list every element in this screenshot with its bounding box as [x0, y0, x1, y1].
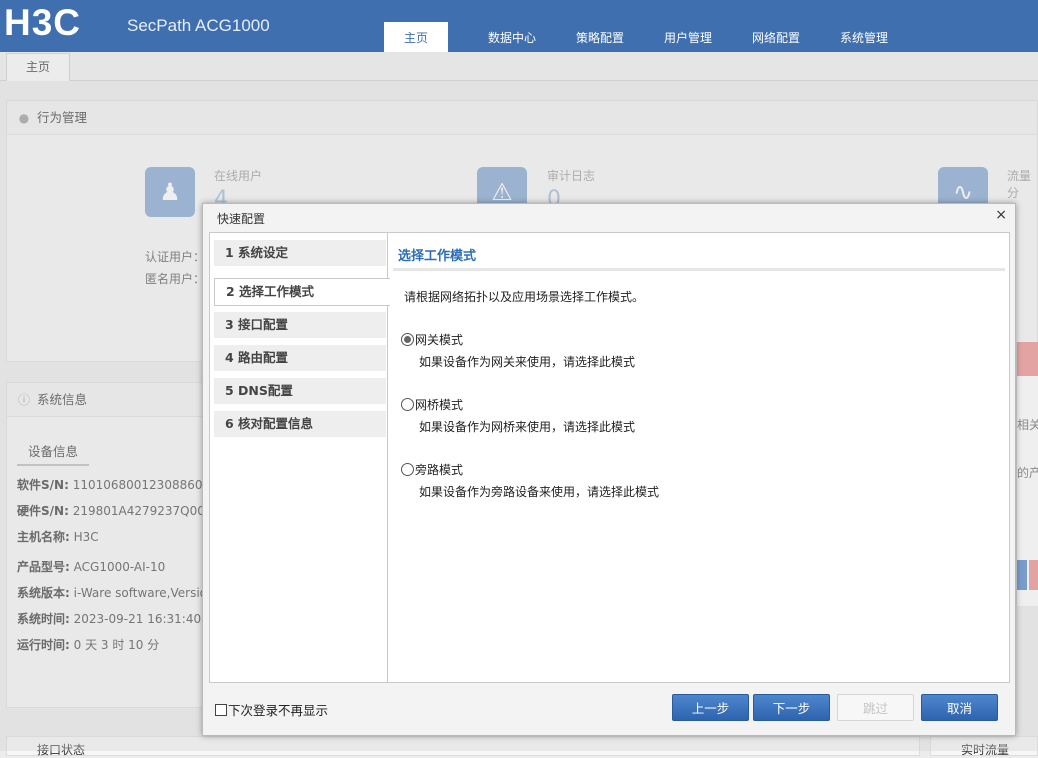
nav-tab-users[interactable]: 用户管理: [644, 22, 732, 52]
bypass-mode-option[interactable]: 旁路模式: [401, 461, 463, 478]
product-name: SecPath ACG1000: [127, 16, 270, 35]
nav-tab-network[interactable]: 网络配置: [732, 22, 820, 52]
dialog-title: 快速配置: [217, 212, 266, 226]
dont-show-again-checkbox[interactable]: [215, 703, 227, 716]
next-button[interactable]: 下一步: [753, 694, 830, 721]
nav-tab-data-center[interactable]: 数据中心: [468, 22, 556, 52]
main-nav: 主页 数据中心 策略配置 用户管理 网络配置 系统管理: [384, 22, 908, 52]
content-divider: [393, 268, 1005, 271]
step-interface-config[interactable]: 3 接口配置: [214, 312, 386, 338]
dont-show-again-option[interactable]: 下次登录不再显示: [215, 700, 328, 719]
bridge-mode-label: 网桥模式: [415, 398, 464, 412]
nav-tab-policy[interactable]: 策略配置: [556, 22, 644, 52]
close-icon[interactable]: ×: [995, 207, 1007, 223]
cancel-button[interactable]: 取消: [921, 694, 998, 721]
dialog-body: 1 系统设定 2 选择工作模式 3 接口配置 4 路由配置 5 DNS配置 6 …: [209, 232, 1010, 683]
gateway-mode-option[interactable]: 网关模式: [401, 331, 463, 348]
h3c-logo: H3C: [4, 2, 82, 43]
quick-config-dialog: 快速配置 × 1 系统设定 2 选择工作模式 3 接口配置 4 路由配置 5 D…: [202, 203, 1016, 736]
top-header: H3C SecPath ACG1000 主页 数据中心 策略配置 用户管理 网络…: [0, 0, 1038, 52]
skip-button[interactable]: 跳过: [837, 694, 914, 721]
bypass-mode-radio[interactable]: [401, 463, 414, 476]
bypass-mode-desc: 如果设备作为旁路设备来使用，请选择此模式: [419, 485, 660, 499]
mode-intro-text: 请根据网络拓扑以及应用场景选择工作模式。: [404, 290, 645, 304]
gateway-mode-label: 网关模式: [415, 333, 464, 347]
content-title: 选择工作模式: [398, 249, 477, 264]
step-dns-config[interactable]: 5 DNS配置: [214, 378, 386, 404]
prev-button[interactable]: 上一步: [672, 694, 749, 721]
dont-show-again-label: 下次登录不再显示: [228, 703, 329, 718]
step-work-mode[interactable]: 2 选择工作模式: [214, 278, 390, 306]
step-route-config[interactable]: 4 路由配置: [214, 345, 386, 371]
bypass-mode-label: 旁路模式: [415, 463, 464, 477]
bridge-mode-option[interactable]: 网桥模式: [401, 396, 463, 413]
bridge-mode-desc: 如果设备作为网桥来使用，请选择此模式: [419, 420, 636, 434]
nav-tab-home[interactable]: 主页: [384, 22, 448, 52]
step-review-config[interactable]: 6 核对配置信息: [214, 411, 386, 437]
wizard-steps: 1 系统设定 2 选择工作模式 3 接口配置 4 路由配置 5 DNS配置 6 …: [210, 233, 390, 682]
bridge-mode-radio[interactable]: [401, 398, 414, 411]
step-system-settings[interactable]: 1 系统设定: [214, 240, 386, 266]
wizard-content: 选择工作模式 请根据网络拓扑以及应用场景选择工作模式。 网关模式 如果设备作为网…: [389, 233, 1009, 682]
gateway-mode-radio[interactable]: [401, 333, 414, 346]
gateway-mode-desc: 如果设备作为网关来使用，请选择此模式: [419, 355, 636, 369]
nav-tab-system[interactable]: 系统管理: [820, 22, 908, 52]
